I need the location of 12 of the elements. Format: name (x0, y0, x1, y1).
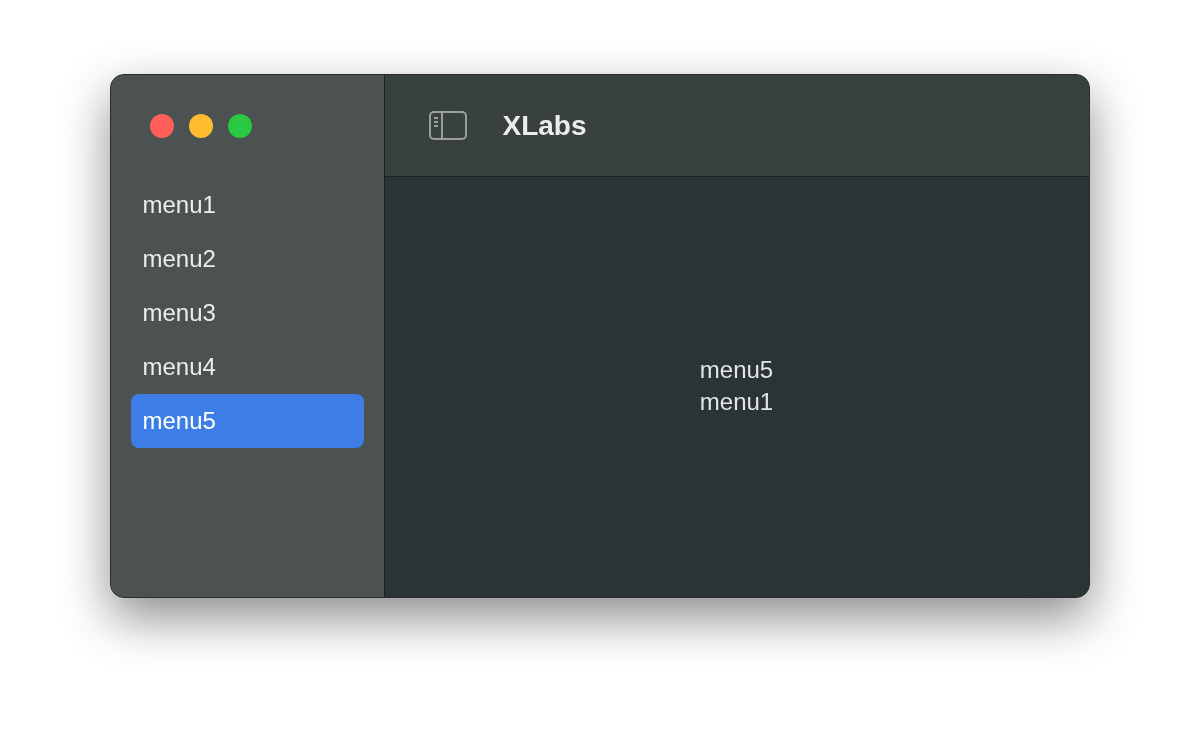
sidebar-item[interactable]: menu4 (130, 340, 364, 394)
content-text: menu1 (699, 387, 774, 417)
window-title: XLabs (502, 108, 587, 143)
sidebar-item[interactable]: menu5 (130, 394, 364, 448)
sidebar-item[interactable]: menu2 (130, 232, 364, 286)
content-text: menu5 (699, 355, 774, 385)
sidebar-item[interactable]: menu1 (130, 178, 364, 232)
minimize-button[interactable] (188, 113, 213, 138)
close-button[interactable] (149, 113, 174, 138)
sidebar-item[interactable]: menu3 (130, 286, 364, 340)
sidebar-toggle-icon[interactable] (428, 111, 467, 140)
zoom-button[interactable] (227, 113, 252, 138)
